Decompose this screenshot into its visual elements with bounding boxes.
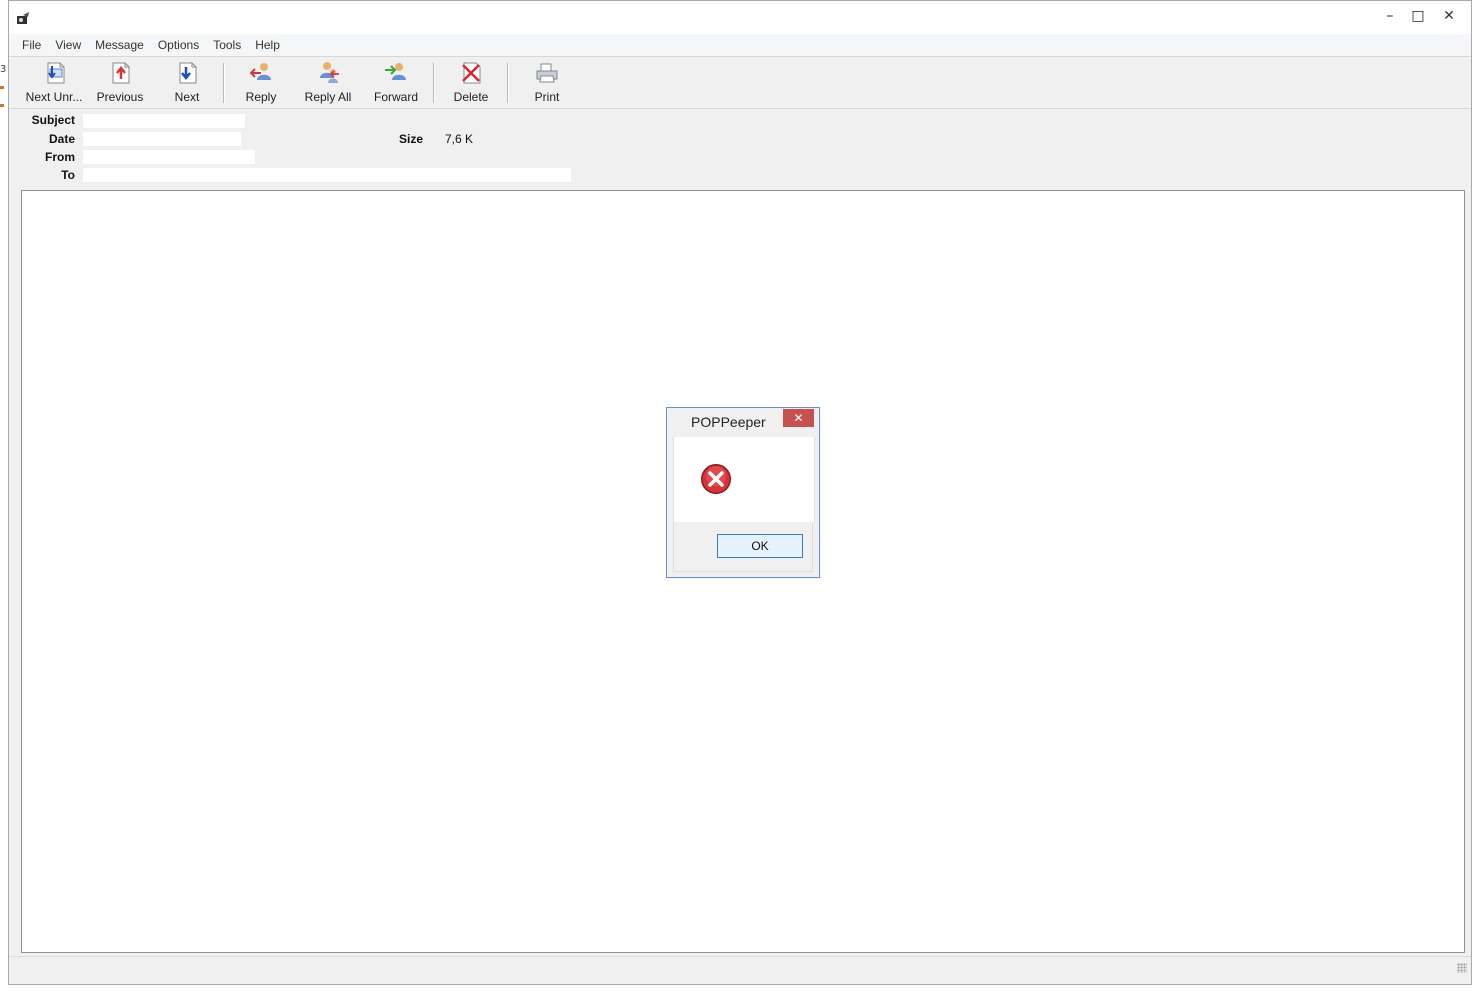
next-unread-button[interactable]: Next Unr... — [23, 60, 85, 106]
menu-help[interactable]: Help — [248, 36, 287, 54]
dialog-footer: OK — [673, 522, 813, 572]
reply-all-icon — [315, 60, 341, 86]
next-icon — [174, 60, 200, 86]
menu-options[interactable]: Options — [151, 36, 206, 54]
previous-button[interactable]: Previous — [95, 60, 145, 106]
resize-grip-icon[interactable] — [1457, 963, 1467, 973]
date-value — [83, 132, 241, 146]
size-value: 7,6 K — [445, 132, 474, 146]
forward-label: Forward — [373, 90, 418, 104]
edge-glyph: 3 — [0, 64, 7, 75]
delete-icon — [458, 60, 484, 86]
menu-file[interactable]: File — [15, 36, 48, 54]
print-label: Print — [534, 90, 560, 104]
close-button[interactable]: ✕ — [1429, 5, 1469, 27]
next-button[interactable]: Next — [167, 60, 207, 106]
previous-label: Previous — [96, 90, 144, 104]
reply-button[interactable]: Reply — [241, 60, 281, 106]
to-value — [83, 168, 571, 182]
print-button[interactable]: Print — [527, 60, 567, 106]
error-icon — [701, 464, 731, 494]
dialog-close-button[interactable]: ✕ — [783, 409, 814, 427]
delete-button[interactable]: Delete — [451, 60, 491, 106]
toolbar: Next Unr... Previous Next Reply Reply Al… — [9, 57, 1471, 109]
forward-button[interactable]: Forward — [371, 60, 421, 106]
next-unread-icon — [41, 60, 67, 86]
ok-button[interactable]: OK — [717, 534, 803, 558]
status-bar — [9, 956, 1471, 977]
print-icon — [534, 60, 560, 86]
window-title — [602, 12, 890, 28]
app-icon[interactable] — [15, 11, 31, 27]
date-label: Date — [48, 132, 75, 146]
reply-icon — [248, 60, 274, 86]
error-dialog: POPPeeper ✕ OK — [666, 407, 820, 578]
title-bar: – □ ✕ — [9, 1, 1471, 34]
menu-tools[interactable]: Tools — [206, 36, 248, 54]
previous-icon — [107, 60, 133, 86]
menu-message[interactable]: Message — [88, 36, 151, 54]
edge-mark — [0, 86, 4, 89]
next-unread-label: Next Unr... — [25, 90, 83, 104]
forward-icon — [383, 60, 409, 86]
edge-mark — [0, 104, 4, 107]
subject-value — [83, 114, 245, 128]
dialog-content — [673, 437, 815, 522]
from-value — [83, 150, 255, 164]
delete-label: Delete — [453, 90, 489, 104]
message-headers: Subject Date Size 7,6 K From To — [9, 109, 1471, 189]
reply-all-label: Reply All — [304, 90, 352, 104]
toolbar-separator — [223, 63, 225, 103]
toolbar-separator — [507, 63, 509, 103]
menu-bar: File View Message Options Tools Help — [9, 34, 1471, 57]
next-label: Next — [174, 90, 200, 104]
reply-label: Reply — [245, 90, 277, 104]
toolbar-separator — [433, 63, 435, 103]
reply-all-button[interactable]: Reply All — [301, 60, 355, 106]
size-label: Size — [399, 132, 424, 146]
subject-label: Subject — [31, 113, 75, 127]
to-label: To — [61, 168, 75, 182]
from-label: From — [45, 150, 75, 164]
dialog-title: POPPeeper — [691, 414, 766, 430]
menu-view[interactable]: View — [48, 36, 88, 54]
